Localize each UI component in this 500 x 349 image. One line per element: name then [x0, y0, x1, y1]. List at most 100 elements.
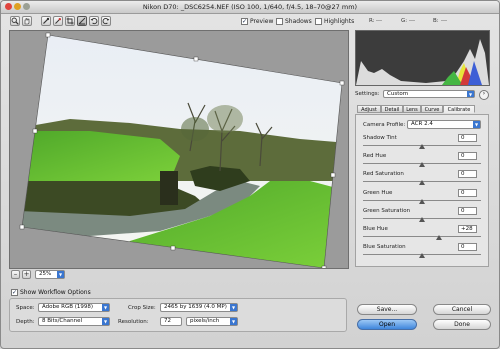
- chevron-down-icon: ▼: [467, 91, 474, 97]
- b-readout-value: ---: [441, 18, 447, 24]
- preview-option[interactable]: ✓ Preview: [241, 18, 273, 25]
- window-title: Nikon D70: _DSC6254.NEF (ISO 100, 1/640,…: [142, 3, 358, 11]
- shadow-tint-value[interactable]: 0: [458, 134, 477, 142]
- green-hue-slider-thumb[interactable]: [419, 198, 425, 204]
- camera-raw-window: Nikon D70: _DSC6254.NEF (ISO 100, 1/640,…: [0, 0, 500, 349]
- zoom-level-select[interactable]: 25% ▼: [35, 270, 65, 279]
- settings-select[interactable]: Custom ▼: [383, 90, 475, 98]
- shadows-label: Shadows: [285, 18, 312, 25]
- resolution-unit-select[interactable]: pixels/inch ▼: [186, 317, 238, 326]
- rotate-right-icon[interactable]: [101, 16, 111, 26]
- space-label: Space:: [16, 305, 35, 311]
- tab-adjust[interactable]: Adjust: [357, 105, 381, 113]
- crop-size-label: Crop Size:: [128, 305, 156, 311]
- red-hue-slider-thumb[interactable]: [419, 162, 425, 168]
- chevron-down-icon: ▼: [102, 318, 109, 325]
- preview-photo: [10, 31, 348, 268]
- highlights-option[interactable]: Highlights: [315, 18, 354, 25]
- resolution-input[interactable]: 72: [160, 317, 182, 326]
- resolution-label: Resolution:: [118, 319, 149, 325]
- resolution-unit-value: pixels/inch: [190, 318, 220, 324]
- panel-tabs: Adjust Detail Lens Curve Calibrate: [355, 104, 489, 114]
- show-workflow-checkbox[interactable]: ✓: [11, 289, 18, 296]
- blue-hue-slider-thumb[interactable]: [435, 235, 442, 240]
- depth-value: 8 Bits/Channel: [42, 318, 83, 324]
- blue-hue-label: Blue Hue: [363, 226, 388, 232]
- hand-icon[interactable]: [22, 16, 32, 26]
- tab-curve[interactable]: Curve: [421, 105, 443, 113]
- red-saturation-label: Red Saturation: [363, 171, 404, 178]
- adjustment-panel: Settings: Custom ▼ › Adjust Detail Lens Cur…: [353, 30, 493, 267]
- blue-saturation-label: Blue Saturation: [363, 244, 406, 251]
- workflow-box: Space: Adobe RGB (1998) ▼ Depth: 8 Bits/…: [9, 298, 347, 332]
- camera-profile-select[interactable]: ACR 2.4 ▼: [407, 120, 481, 129]
- save-button[interactable]: Save...: [357, 304, 417, 315]
- crop-size-select[interactable]: 2465 by 1639 (4.0 MP) ▼: [160, 303, 238, 312]
- calibrate-panel: Camera Profile: ACR 2.4 ▼ Shadow Tint 0 Re…: [355, 114, 489, 267]
- space-select[interactable]: Adobe RGB (1998) ▼: [38, 303, 110, 312]
- toolbar: ✓ Preview Shadows Highlights R: --- G: --…: [1, 14, 499, 28]
- highlights-checkbox[interactable]: [315, 18, 322, 25]
- settings-menu-icon[interactable]: ›: [479, 90, 489, 100]
- shadow-tint-label: Shadow Tint: [363, 135, 397, 141]
- green-hue-label: Green Hue: [363, 189, 393, 196]
- blue-hue-value[interactable]: +28: [458, 225, 477, 233]
- red-saturation-value[interactable]: 0: [458, 170, 477, 179]
- preview-label: Preview: [250, 18, 274, 25]
- camera-profile-label: Camera Profile:: [363, 122, 406, 128]
- histogram: [355, 30, 490, 86]
- tab-detail[interactable]: Detail: [381, 105, 403, 113]
- red-saturation-slider-thumb[interactable]: [419, 180, 425, 186]
- zoom-icon[interactable]: [10, 16, 20, 26]
- zoom-bar: – + 25% ▼: [9, 269, 347, 281]
- eyedropper-icon[interactable]: [41, 16, 51, 26]
- g-readout-label: G:: [401, 18, 408, 24]
- green-saturation-label: Green Saturation: [363, 207, 411, 214]
- red-hue-label: Red Hue: [363, 153, 387, 160]
- tab-lens[interactable]: Lens: [403, 105, 421, 113]
- camera-profile-value: ACR 2.4: [411, 121, 433, 127]
- show-workflow-option[interactable]: ✓ Show Workflow Options: [11, 289, 91, 296]
- settings-value: Custom: [387, 91, 409, 97]
- red-hue-value[interactable]: 0: [458, 152, 477, 161]
- image-preview[interactable]: [9, 30, 349, 269]
- shadows-option[interactable]: Shadows: [276, 18, 312, 25]
- r-readout-value: ---: [376, 18, 382, 24]
- cancel-button[interactable]: Cancel: [433, 304, 491, 315]
- zoom-in-button[interactable]: +: [22, 270, 31, 279]
- chevron-down-icon: ▼: [57, 271, 64, 278]
- open-button[interactable]: Open: [357, 319, 417, 330]
- green-saturation-slider-thumb[interactable]: [419, 216, 425, 222]
- title-bar: Nikon D70: _DSC6254.NEF (ISO 100, 1/640,…: [1, 1, 499, 14]
- chevron-down-icon: ▼: [473, 121, 480, 128]
- green-hue-value[interactable]: 0: [458, 188, 477, 197]
- depth-label: Depth:: [16, 319, 35, 325]
- shadows-checkbox[interactable]: [276, 18, 283, 25]
- straighten-icon[interactable]: [77, 16, 87, 26]
- workflow-options: ✓ Show Workflow Options Space: Adobe RGB …: [9, 289, 347, 341]
- r-readout-label: R:: [369, 18, 375, 24]
- blue-hue-slider[interactable]: [363, 236, 481, 237]
- settings-label: Settings:: [355, 91, 380, 97]
- green-saturation-value[interactable]: 0: [458, 206, 477, 215]
- preview-checkbox[interactable]: ✓: [241, 18, 248, 25]
- chevron-down-icon: ▼: [230, 318, 237, 325]
- blue-saturation-value[interactable]: 0: [458, 243, 477, 252]
- crop-icon[interactable]: [65, 16, 75, 26]
- shadow-tint-slider-thumb[interactable]: [419, 144, 425, 149]
- chevron-down-icon: ▼: [102, 304, 109, 311]
- depth-select[interactable]: 8 Bits/Channel ▼: [38, 317, 110, 326]
- done-button[interactable]: Done: [433, 319, 491, 330]
- crop-size-value: 2465 by 1639 (4.0 MP): [164, 304, 227, 310]
- rotate-left-icon[interactable]: [89, 16, 99, 26]
- chevron-down-icon: ▼: [230, 304, 237, 311]
- highlights-label: Highlights: [324, 18, 355, 25]
- b-readout-label: B:: [433, 18, 439, 24]
- zoom-level-value: 25%: [39, 271, 52, 277]
- tab-calibrate[interactable]: Calibrate: [443, 105, 475, 113]
- zoom-out-button[interactable]: –: [11, 270, 20, 279]
- g-readout-value: ---: [409, 18, 415, 24]
- blue-saturation-slider-thumb[interactable]: [419, 253, 425, 259]
- color-sampler-icon[interactable]: [53, 16, 63, 26]
- space-value: Adobe RGB (1998): [42, 304, 94, 310]
